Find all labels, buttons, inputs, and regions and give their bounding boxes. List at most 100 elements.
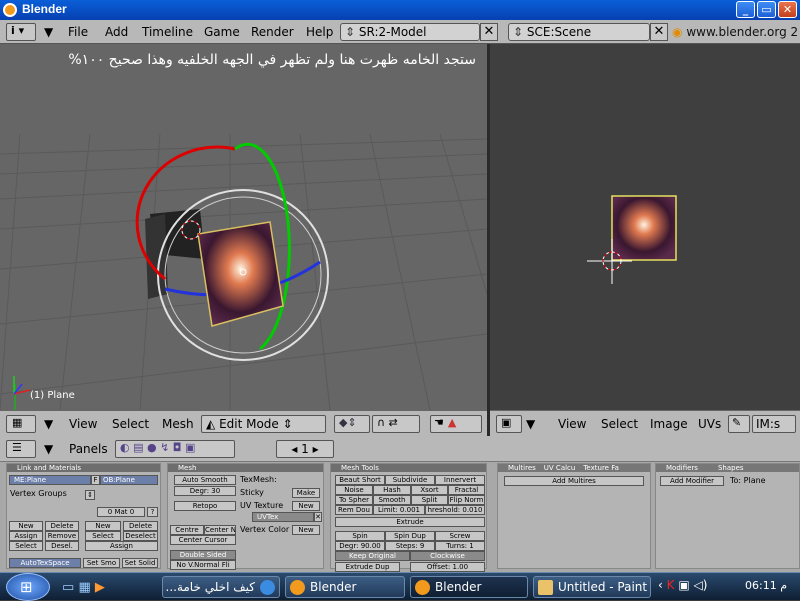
screw-button[interactable]: Screw — [435, 531, 485, 541]
offset-field[interactable]: Offset: 1.00 — [410, 562, 485, 572]
double-sided-toggle[interactable]: Double Sided — [170, 550, 236, 560]
pin-button[interactable]: ✎ — [728, 415, 750, 433]
fractal-button[interactable]: Fractal — [448, 485, 485, 495]
minimize-button[interactable]: _ — [736, 1, 755, 18]
steps-field[interactable]: Steps: 9 — [385, 541, 435, 551]
add-multires-button[interactable]: Add Multires — [504, 476, 644, 486]
smooth-button[interactable]: Smooth — [373, 495, 411, 505]
extrude-button[interactable]: Extrude — [335, 517, 485, 527]
limit-field[interactable]: Limit: 0.001 — [373, 505, 425, 515]
smooth-degree-field[interactable]: Degr: 30 — [174, 486, 236, 496]
clock[interactable]: 06:11 م — [745, 579, 787, 592]
hash-button[interactable]: Hash — [373, 485, 411, 495]
tab-texture-face[interactable]: Texture Fa — [583, 464, 619, 472]
set-smooth-button[interactable]: Set Smo — [83, 558, 120, 568]
vertex-color-new-button[interactable]: New — [292, 525, 320, 535]
uv-window-type-icon[interactable]: ▣ — [496, 415, 522, 433]
explorer-icon[interactable]: ▦ — [78, 580, 90, 595]
vgroup-desel-button[interactable]: Desel. — [45, 541, 79, 551]
uv-image-editor[interactable] — [490, 44, 800, 410]
delete-scene-button[interactable]: ✕ — [650, 23, 668, 41]
turns-field[interactable]: Turns: 1 — [435, 541, 485, 551]
tab-modifiers[interactable]: Modifiers — [666, 464, 698, 472]
draw-type-selector[interactable]: ◆⇕ — [334, 415, 370, 433]
menu-timeline[interactable]: Timeline — [142, 25, 193, 39]
no-vnormal-flip-toggle[interactable]: No V.Normal Fli — [170, 560, 236, 570]
modifiers-tabs[interactable]: Modifiers Shapes — [656, 464, 799, 472]
extrude-dup-button[interactable]: Extrude Dup — [335, 562, 400, 572]
vgroup-new-button[interactable]: New — [9, 521, 43, 531]
vgroup-assign-button[interactable]: Assign — [9, 531, 43, 541]
material-select-button[interactable]: Select — [85, 531, 121, 541]
material-deselect-button[interactable]: Deselect — [123, 531, 158, 541]
object-name-field[interactable]: OB:Plane — [100, 475, 158, 485]
retopo-toggle[interactable]: Retopo — [174, 501, 236, 511]
screen-selector[interactable]: ⇕ SR:2-Model — [340, 23, 480, 41]
material-new-button[interactable]: New — [85, 521, 121, 531]
pivot-selector[interactable]: ∩ ⇄ — [372, 415, 420, 433]
start-button[interactable]: ⊞ — [6, 573, 50, 601]
material-index-field[interactable]: 0 Mat 0 — [97, 507, 145, 517]
vgroup-select-button[interactable]: Select — [9, 541, 43, 551]
material-assign-button[interactable]: Assign — [85, 541, 158, 551]
tab-multires[interactable]: Multires — [508, 464, 536, 472]
flip-normals-button[interactable]: Flip Norm — [448, 495, 485, 505]
menu-help[interactable]: Help — [306, 25, 333, 39]
tray-icons[interactable]: ‹ K ▣ ◁) — [658, 578, 707, 592]
spin-button[interactable]: Spin — [335, 531, 385, 541]
keep-original-toggle[interactable]: Keep Original — [335, 551, 410, 561]
clockwise-toggle[interactable]: Clockwise — [410, 551, 485, 561]
sticky-make-button[interactable]: Make — [292, 488, 320, 498]
tray-expand-icon[interactable]: ‹ — [658, 578, 663, 592]
volume-icon[interactable]: ◁) — [694, 578, 708, 592]
antivirus-icon[interactable]: K — [667, 578, 675, 592]
xsort-button[interactable]: Xsort — [411, 485, 448, 495]
set-solid-button[interactable]: Set Solid — [122, 558, 158, 568]
buttons-window-type-icon[interactable]: ☰ — [6, 440, 36, 458]
show-desktop-icon[interactable]: ▭ — [62, 580, 74, 595]
remove-doubles-button[interactable]: Rem Dou — [335, 505, 373, 515]
vgroup-menu-button[interactable]: ⇕ — [85, 490, 95, 500]
fake-user-button[interactable]: F — [91, 475, 100, 485]
uvtex-layer[interactable]: UVTex — [252, 512, 314, 522]
task-paint[interactable]: Untitled - Paint — [533, 576, 651, 598]
uv-texture-new-button[interactable]: New — [292, 501, 320, 511]
spin-dup-button[interactable]: Spin Dup — [385, 531, 435, 541]
uv-header-collapse-icon[interactable]: ▼ — [526, 417, 535, 431]
buttons-header-collapse-icon[interactable]: ▼ — [44, 442, 53, 456]
menu-add[interactable]: Add — [105, 25, 128, 39]
quick-launch[interactable]: ▭ ▦ ▶ — [62, 580, 105, 595]
uvtex-delete-button[interactable]: ✕ — [314, 512, 322, 522]
maximize-button[interactable]: ▭ — [757, 1, 776, 18]
menu-game[interactable]: Game — [204, 25, 240, 39]
add-modifier-button[interactable]: Add Modifier — [660, 476, 724, 486]
uv-image[interactable] — [611, 195, 677, 261]
mode-selector[interactable]: ◭ Edit Mode ⇕ — [201, 415, 326, 433]
menu-render[interactable]: Render — [251, 25, 294, 39]
innervert-button[interactable]: Innervert — [435, 475, 485, 485]
3d-header-collapse-icon[interactable]: ▼ — [44, 417, 53, 431]
image-selector[interactable]: IM:s — [752, 415, 796, 433]
to-sphere-button[interactable]: To Spher — [335, 495, 373, 505]
vgroup-remove-button[interactable]: Remove — [45, 531, 79, 541]
multires-tabs[interactable]: Multires UV Calcu Texture Fa — [498, 464, 650, 472]
split-button[interactable]: Split — [411, 495, 448, 505]
material-delete-button[interactable]: Delete — [123, 521, 158, 531]
delete-screen-button[interactable]: ✕ — [480, 23, 498, 41]
task-blender-1[interactable]: Blender — [285, 576, 405, 598]
media-player-icon[interactable]: ▶ — [95, 580, 105, 595]
menu-select-3d[interactable]: Select — [112, 417, 149, 431]
vgroup-delete-button[interactable]: Delete — [45, 521, 79, 531]
auto-smooth-toggle[interactable]: Auto Smooth — [174, 475, 236, 485]
threshold-field[interactable]: hreshold: 0.010 — [425, 505, 485, 515]
beauty-short-button[interactable]: Beaut Short — [335, 475, 385, 485]
menu-file[interactable]: File — [68, 25, 88, 39]
menu-view-uv[interactable]: View — [558, 417, 586, 431]
material-query-button[interactable]: ? — [147, 507, 158, 517]
header-collapse-icon[interactable]: ▼ — [44, 25, 53, 39]
menu-mesh[interactable]: Mesh — [162, 417, 194, 431]
menu-uvs[interactable]: UVs — [698, 417, 721, 431]
mesh-name-field[interactable]: ME:Plane — [9, 475, 91, 485]
tab-shapes[interactable]: Shapes — [718, 464, 744, 472]
task-blender-2[interactable]: Blender — [410, 576, 528, 598]
